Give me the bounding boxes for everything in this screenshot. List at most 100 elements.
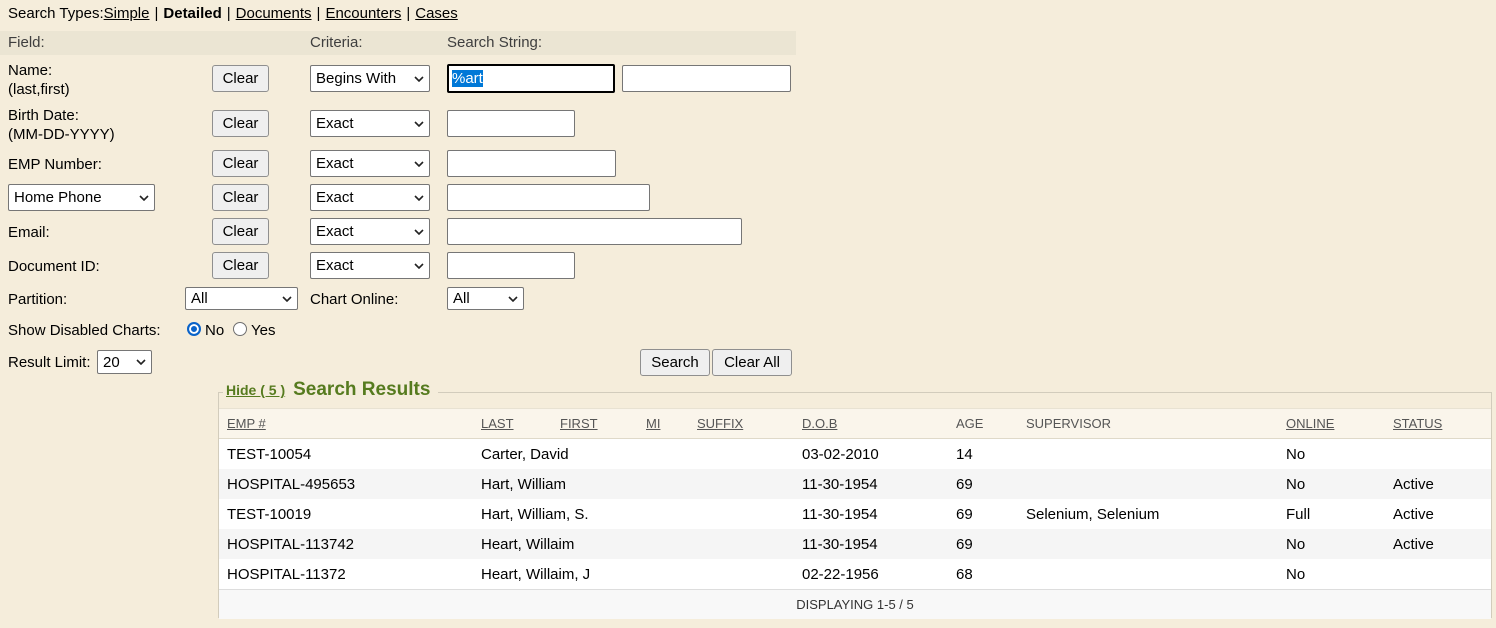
name-search-input[interactable]: %art [447,64,615,93]
first-name-search-input[interactable] [622,65,791,92]
column-header-dob[interactable]: D.O.B [796,409,950,439]
result-row[interactable]: HOSPITAL-113742 Heart, Willaim 11-30-195… [219,529,1491,559]
birth-date-criteria-select[interactable]: Exact [310,110,430,137]
chevron-down-icon [282,296,292,302]
result-limit-label: Result Limit: [8,353,91,372]
age-cell: 68 [950,559,1020,590]
dob-cell: 11-30-1954 [796,469,950,499]
tab-documents[interactable]: Documents [236,5,312,22]
name-field-label: Name:(last,first) [8,61,70,99]
phone-type-select[interactable]: Home Phone [8,184,155,211]
online-cell: Full [1280,499,1387,529]
detailed-search-screen: Search Types:Simple|Detailed|Documents|E… [0,0,1496,628]
result-row[interactable]: TEST-10019 Hart, William, S. 11-30-1954 … [219,499,1491,529]
result-limit-select[interactable]: 20 [97,350,152,374]
chevron-down-icon [414,195,424,201]
selected-text: %art [452,70,483,87]
column-header-first[interactable]: FIRST [554,409,640,439]
document-id-clear-button[interactable]: Clear [212,252,269,279]
emp-cell: HOSPITAL-11372 [219,559,475,590]
column-header-online[interactable]: ONLINE [1280,409,1387,439]
tab-simple[interactable]: Simple [104,5,150,22]
tab-detailed: Detailed [163,5,221,22]
tab-encounters[interactable]: Encounters [325,5,401,22]
show-disabled-charts-label: Show Disabled Charts: [8,321,161,340]
nav-separator: | [154,5,158,22]
dob-cell: 11-30-1954 [796,529,950,559]
email-search-input[interactable] [447,218,742,245]
column-header-last[interactable]: LAST [475,409,554,439]
tab-cases[interactable]: Cases [415,5,458,22]
criteria-column-header: Criteria: [310,34,363,51]
supervisor-cell [1020,529,1280,559]
partition-select[interactable]: All [185,287,298,310]
phone-search-input[interactable] [447,184,650,211]
name-cell: Heart, Willaim, J [475,559,796,590]
result-row[interactable]: HOSPITAL-11372 Heart, Willaim, J 02-22-1… [219,559,1491,590]
nav-separator: | [227,5,231,22]
birth-date-clear-button[interactable]: Clear [212,110,269,137]
show-disabled-yes-radio[interactable] [233,322,247,336]
chevron-down-icon [414,121,424,127]
birth-date-search-input[interactable] [447,110,575,137]
email-clear-button[interactable]: Clear [212,218,269,245]
chart-online-select[interactable]: All [447,287,524,310]
document-id-criteria-select[interactable]: Exact [310,252,430,279]
name-cell: Hart, William [475,469,796,499]
column-header-supervisor: SUPERVISOR [1020,409,1280,439]
name-criteria-select[interactable]: Begins With [310,65,430,92]
search-button[interactable]: Search [640,349,710,376]
column-header-emp[interactable]: EMP # [219,409,475,439]
email-criteria-select[interactable]: Exact [310,218,430,245]
document-id-search-input[interactable] [447,252,575,279]
online-cell: No [1280,529,1387,559]
chart-online-field-label: Chart Online: [310,290,398,309]
dob-cell: 03-02-2010 [796,439,950,470]
emp-cell: HOSPITAL-495653 [219,469,475,499]
age-cell: 69 [950,529,1020,559]
result-row[interactable]: TEST-10054 Carter, David 03-02-2010 14 N… [219,439,1491,470]
dob-cell: 11-30-1954 [796,499,950,529]
show-disabled-no-radio[interactable] [187,322,201,336]
online-cell: No [1280,439,1387,470]
chevron-down-icon [414,76,424,82]
name-cell: Carter, David [475,439,796,470]
search-results-legend: Hide ( 5 ) Search Results [223,379,438,401]
birth-date-field-label: Birth Date:(MM-DD-YYYY) [8,106,115,144]
search-types-label: Search Types: [8,5,104,22]
column-header-age: AGE [950,409,1020,439]
supervisor-cell [1020,439,1280,470]
document-id-field-label: Document ID: [8,257,100,276]
partition-field-label: Partition: [8,290,67,309]
clear-all-button[interactable]: Clear All [712,349,792,376]
supervisor-cell [1020,559,1280,590]
field-column-header: Field: [8,34,45,51]
show-disabled-yes-label: Yes [251,321,275,340]
search-string-column-header: Search String: [447,34,542,51]
column-header-suffix[interactable]: SUFFIX [691,409,796,439]
age-cell: 69 [950,469,1020,499]
search-results-title: Search Results [293,379,430,401]
results-table: EMP # LAST FIRST MI SUFFIX D.O.B AGE SUP… [219,408,1491,619]
column-header-mi[interactable]: MI [640,409,691,439]
nav-separator: | [317,5,321,22]
emp-number-search-input[interactable] [447,150,616,177]
status-cell [1387,439,1491,470]
chevron-down-icon [414,263,424,269]
emp-cell: TEST-10019 [219,499,475,529]
hide-results-link[interactable]: Hide ( 5 ) [226,382,285,398]
emp-number-clear-button[interactable]: Clear [212,150,269,177]
name-clear-button[interactable]: Clear [212,65,269,92]
email-field-label: Email: [8,223,50,242]
nav-separator: | [406,5,410,22]
phone-clear-button[interactable]: Clear [212,184,269,211]
form-header-bar: Field: Criteria: Search String: [0,31,796,55]
results-footer-row: DISPLAYING 1-5 / 5 [219,590,1491,620]
chevron-down-icon [139,195,149,201]
emp-number-criteria-select[interactable]: Exact [310,150,430,177]
phone-criteria-select[interactable]: Exact [310,184,430,211]
displaying-count: DISPLAYING 1-5 / 5 [219,590,1491,620]
result-row[interactable]: HOSPITAL-495653 Hart, William 11-30-1954… [219,469,1491,499]
column-header-status[interactable]: STATUS [1387,409,1491,439]
emp-number-field-label: EMP Number: [8,155,102,174]
